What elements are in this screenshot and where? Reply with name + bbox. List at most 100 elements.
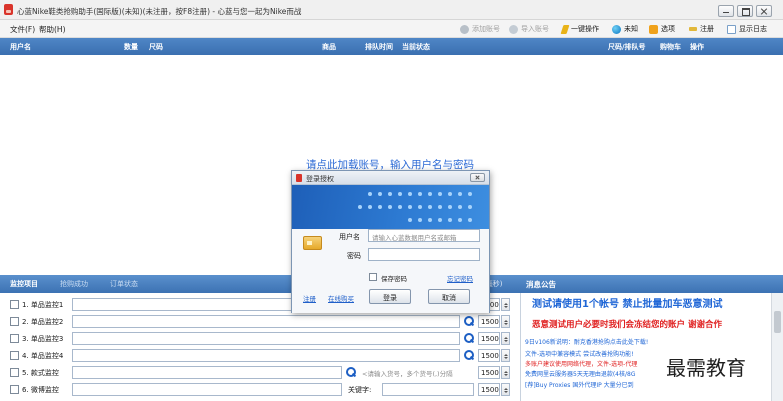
import-account-button[interactable]: 导入账号 xyxy=(509,23,549,35)
weibo-monitor-input[interactable] xyxy=(72,383,342,396)
add-account-button[interactable]: 添加账号 xyxy=(460,23,500,35)
interval-input[interactable]: 1500 xyxy=(478,349,500,362)
dialog-close-button[interactable] xyxy=(470,173,485,182)
column-quantity[interactable]: 数量 xyxy=(124,42,138,52)
register-button[interactable]: 注册 xyxy=(689,23,714,35)
monitor-checkbox[interactable] xyxy=(10,351,19,360)
remember-password-checkbox[interactable] xyxy=(369,273,377,281)
column-queue-time[interactable]: 排队时间 xyxy=(365,42,393,52)
banner-dot xyxy=(408,218,412,222)
banner-dot xyxy=(458,205,462,209)
keyword-input[interactable] xyxy=(382,383,474,396)
username-input[interactable]: 请输入心蓝数据用户名或邮箱 xyxy=(368,229,480,242)
column-product[interactable]: 商品 xyxy=(322,42,336,52)
dialog-body: 用户名 请输入心蓝数据用户名或邮箱 密码 保存密码 忘记密码 注册 在线购买 登… xyxy=(292,229,489,313)
monitor-url-input[interactable] xyxy=(72,332,460,345)
id-card-icon xyxy=(303,236,322,250)
keyword-label: 关键字: xyxy=(348,386,372,394)
monitor-url-input[interactable] xyxy=(72,315,460,328)
menu-help[interactable]: 帮助(H) xyxy=(39,24,66,35)
monitor-url-input[interactable] xyxy=(72,349,460,362)
show-log-button[interactable]: 显示日志 xyxy=(727,23,767,35)
column-actions[interactable]: 操作 xyxy=(690,42,704,52)
forgot-password-link[interactable]: 忘记密码 xyxy=(447,273,473,283)
dialog-title-bar: 登录授权 xyxy=(292,171,489,185)
column-current-status[interactable]: 当前状态 xyxy=(402,42,430,52)
banner-dot xyxy=(438,192,442,196)
banner-dot xyxy=(428,192,432,196)
interval-input[interactable]: 1500 xyxy=(478,332,500,345)
banner-dot xyxy=(388,205,392,209)
tab-order-status[interactable]: 订单状态 xyxy=(110,279,138,289)
announcement-panel: 测试请使用1个帐号 禁止批量加车恶意测试 恶意测试用户必要时我们会冻结您的账户 … xyxy=(520,293,783,401)
options-button[interactable]: 选项 xyxy=(649,23,675,35)
monitor-label: 5. 款式监控 xyxy=(22,369,59,377)
tab-purchase-success[interactable]: 抢购成功 xyxy=(60,279,88,289)
monitor-checkbox[interactable] xyxy=(10,300,19,309)
search-icon[interactable] xyxy=(464,350,474,360)
banner-dot xyxy=(378,205,382,209)
one-key-button[interactable]: 一键操作 xyxy=(560,23,599,35)
announcement-scrollbar[interactable] xyxy=(771,293,783,401)
interval-input[interactable]: 1500 xyxy=(478,366,500,379)
interval-spinner[interactable] xyxy=(501,332,510,345)
monitor-row: 3. 单品监控3 1500 xyxy=(0,330,520,347)
interval-spinner[interactable] xyxy=(501,349,510,362)
search-icon[interactable] xyxy=(464,333,474,343)
monitor-checkbox[interactable] xyxy=(10,368,19,377)
announcement-link[interactable]: 免费网里云服务器5天无理由退款(4核/8G xyxy=(525,369,635,378)
banner-dot xyxy=(458,218,462,222)
banner-dot xyxy=(388,192,392,196)
close-button[interactable] xyxy=(756,5,772,17)
interval-input[interactable]: 1500 xyxy=(478,383,500,396)
search-icon[interactable] xyxy=(346,367,356,377)
banner-dot xyxy=(458,192,462,196)
cancel-button[interactable]: 取消 xyxy=(428,289,470,304)
register-link[interactable]: 注册 xyxy=(303,293,316,303)
login-button[interactable]: 登录 xyxy=(369,289,411,304)
dialog-banner xyxy=(292,185,489,229)
announcement-link[interactable]: [荐]Buy Proxies 国外代理IP 大量分已到 xyxy=(525,380,634,389)
column-username[interactable]: 用户名 xyxy=(10,42,31,52)
monitor-checkbox[interactable] xyxy=(10,334,19,343)
search-icon[interactable] xyxy=(464,316,474,326)
interval-spinner[interactable] xyxy=(501,366,510,379)
banner-dot xyxy=(428,205,432,209)
monitor-checkbox[interactable] xyxy=(10,385,19,394)
password-input[interactable] xyxy=(368,248,480,261)
menu-bar: 文件(F) 帮助(H) 添加账号 导入账号 一键操作 未知 选项 注册 显示日志 xyxy=(0,20,783,38)
status-unknown-button[interactable]: 未知 xyxy=(612,23,638,35)
interval-spinner[interactable] xyxy=(501,315,510,328)
banner-dot xyxy=(448,218,452,222)
column-cart[interactable]: 购物车 xyxy=(660,42,681,52)
monitor-checkbox[interactable] xyxy=(10,317,19,326)
announcement-link[interactable]: 多账户建议使用网络代理，文件-选项-代理 xyxy=(525,359,637,368)
monitor-row: 5. 款式监控 <请输入货号，多个货号(,)分隔 1500 xyxy=(0,364,520,381)
interval-spinner[interactable] xyxy=(501,383,510,396)
dialog-title: 登录授权 xyxy=(306,175,334,183)
monitor-label: 2. 单品监控2 xyxy=(22,318,64,326)
online-purchase-link[interactable]: 在线购买 xyxy=(328,293,354,303)
tab-monitor-items[interactable]: 监控项目 xyxy=(10,279,38,289)
interval-spinner[interactable] xyxy=(501,298,510,311)
warning-notice: 恶意测试用户必要时我们会冻结您的账户 谢谢合作 xyxy=(532,320,722,330)
column-size-queue[interactable]: 尺码/排队号 xyxy=(608,42,646,52)
announcement-link[interactable]: 文件-选项中兼容模式 尝试改善抢购功能! xyxy=(525,349,633,358)
banner-dot xyxy=(438,205,442,209)
banner-dot xyxy=(368,192,372,196)
banner-dot xyxy=(378,192,382,196)
monitor-label: 6. 微博监控 xyxy=(22,386,59,394)
banner-dot xyxy=(368,205,372,209)
banner-dot xyxy=(428,218,432,222)
monitor-row: 2. 单品监控2 1500 xyxy=(0,313,520,330)
style-code-placeholder: <请输入货号，多个货号(,)分隔 xyxy=(362,370,453,378)
interval-input[interactable]: 1500 xyxy=(478,315,500,328)
scrollbar-thumb[interactable] xyxy=(774,311,781,333)
maximize-button[interactable] xyxy=(737,5,753,17)
style-monitor-input[interactable] xyxy=(72,366,342,379)
minimize-button[interactable] xyxy=(718,5,734,17)
menu-file[interactable]: 文件(F) xyxy=(10,24,35,35)
announcement-link[interactable]: 9日v106新说明：耐克香港抢购点击此处下载! xyxy=(525,337,648,346)
column-size[interactable]: 尺码 xyxy=(149,42,163,52)
banner-dot xyxy=(398,205,402,209)
